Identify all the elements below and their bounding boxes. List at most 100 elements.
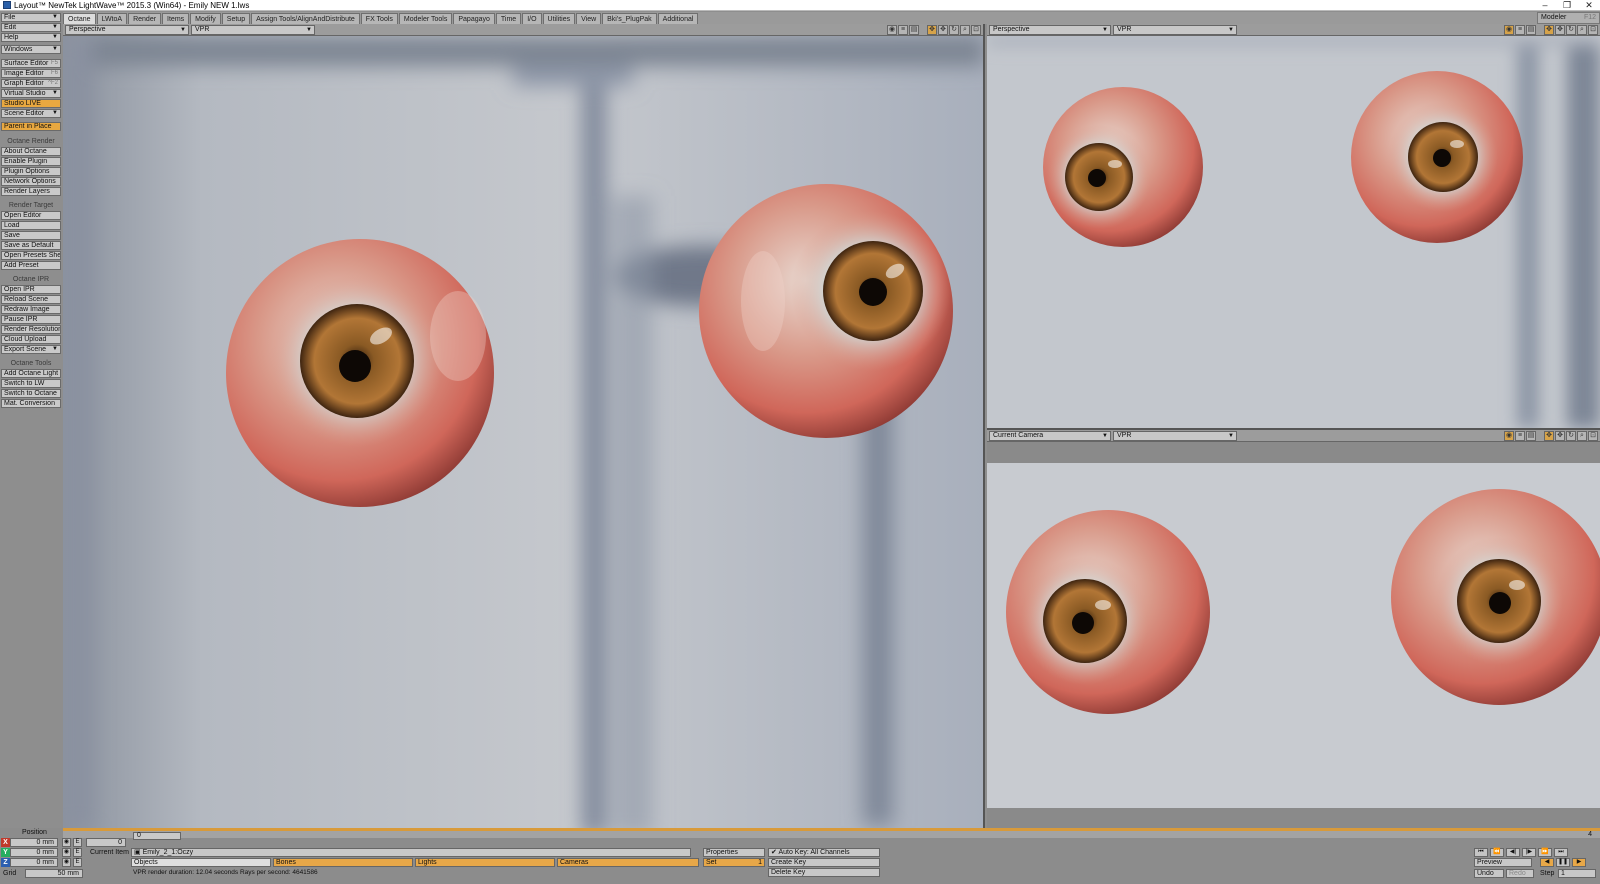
eye-icon[interactable]: ◉	[62, 848, 71, 857]
move-icon[interactable]: ✥	[1544, 431, 1554, 441]
render-mode-select[interactable]: VPR ▼	[1113, 25, 1237, 35]
view-type-select[interactable]: Perspective ▼	[65, 25, 189, 35]
skip-end-icon[interactable]: ⏭	[1554, 848, 1568, 857]
file-menu[interactable]: File ▼	[1, 13, 61, 22]
close-icon[interactable]: ✕	[1578, 0, 1600, 11]
z-axis-indicator[interactable]: Z	[1, 858, 10, 867]
layout-icon[interactable]: ▤	[1526, 431, 1536, 441]
minimize-icon[interactable]: –	[1534, 0, 1556, 11]
tab-modeler-tools[interactable]: Modeler Tools	[398, 13, 453, 24]
camera-icon[interactable]: ◉	[1504, 431, 1514, 441]
add-octane-light-button[interactable]: Add Octane Light	[1, 369, 61, 378]
set-key-button[interactable]: Set 1	[703, 858, 765, 867]
help-menu[interactable]: Help ▼	[1, 33, 61, 42]
render-resolution-button[interactable]: Render Resolution	[1, 325, 61, 334]
orbit-icon[interactable]: ↻	[949, 25, 959, 35]
e-button[interactable]: E	[73, 858, 82, 867]
virtual-studio-button[interactable]: Virtual Studio ▼	[1, 89, 61, 98]
tab-items[interactable]: Items	[162, 13, 190, 24]
zoom-icon[interactable]: ⌕	[1577, 431, 1587, 441]
timeline[interactable]: 0 4	[63, 828, 1600, 840]
redraw-image-button[interactable]: Redraw Image	[1, 305, 61, 314]
windows-menu[interactable]: Windows ▼	[1, 45, 61, 54]
tab-lwtoa[interactable]: LWtoA	[96, 13, 128, 24]
main-render-area[interactable]	[63, 36, 983, 828]
move-icon[interactable]: ✥	[927, 25, 937, 35]
tab-view[interactable]: View	[576, 13, 602, 24]
skip-start-icon[interactable]: ⏮	[1474, 848, 1488, 857]
tab-papagayo[interactable]: Papagayo	[453, 13, 495, 24]
eye-icon[interactable]: ◉	[62, 838, 71, 847]
e-button[interactable]: E	[73, 848, 82, 857]
add-preset-button[interactable]: Add Preset	[1, 261, 61, 270]
rotate-view-icon[interactable]: ✥	[1555, 25, 1565, 35]
tab-utilities[interactable]: Utilities	[542, 13, 576, 24]
cameras-filter-button[interactable]: Cameras	[557, 858, 699, 867]
scene-editor-button[interactable]: Scene Editor ▼	[1, 109, 61, 118]
pause-icon[interactable]: ❚❚	[1556, 858, 1570, 867]
tab-fx-tools[interactable]: FX Tools	[360, 13, 398, 24]
load-button[interactable]: Load	[1, 221, 61, 230]
preview-select[interactable]: Preview	[1474, 858, 1532, 867]
next-key-icon[interactable]: |▶	[1522, 848, 1536, 857]
camera-icon[interactable]: ◉	[1504, 25, 1514, 35]
camera-icon[interactable]: ◉	[887, 25, 897, 35]
prev-key-icon[interactable]: ◀|	[1506, 848, 1520, 857]
open-presets-shelf-button[interactable]: Open Presets Shelf	[1, 251, 61, 260]
eye-icon[interactable]: ◉	[62, 858, 71, 867]
list-icon[interactable]: ≡	[898, 25, 908, 35]
play-icon[interactable]: ▶	[1572, 858, 1586, 867]
pause-ipr-button[interactable]: Pause IPR	[1, 315, 61, 324]
maximize-icon[interactable]: ⊡	[1588, 25, 1598, 35]
tab-bkis-plugpak[interactable]: Bki's_PlugPak	[602, 13, 657, 24]
export-scene-button[interactable]: Export Scene ▼	[1, 345, 61, 354]
switch-to-octane-button[interactable]: Switch to Octane	[1, 389, 61, 398]
list-icon[interactable]: ≡	[1515, 431, 1525, 441]
cloud-upload-button[interactable]: Cloud Upload	[1, 335, 61, 344]
tab-setup[interactable]: Setup	[221, 13, 251, 24]
restore-icon[interactable]: ❐	[1556, 0, 1578, 11]
reload-scene-button[interactable]: Reload Scene	[1, 295, 61, 304]
step-back-icon[interactable]: ⏪	[1490, 848, 1504, 857]
frame-start-field[interactable]: 0	[86, 838, 126, 847]
tab-additional[interactable]: Additional	[657, 13, 699, 24]
redo-button[interactable]: Redo	[1506, 869, 1534, 878]
e-button[interactable]: E	[73, 838, 82, 847]
z-position-field[interactable]: 0 mm	[10, 858, 58, 867]
tab-render[interactable]: Render	[128, 13, 162, 24]
y-axis-indicator[interactable]: Y	[1, 848, 10, 857]
camera-select[interactable]: Current Camera ▼	[989, 431, 1111, 441]
list-icon[interactable]: ≡	[1515, 25, 1525, 35]
modeler-button[interactable]: Modeler F12	[1537, 12, 1600, 24]
network-options-button[interactable]: Network Options	[1, 177, 61, 186]
mat-conversion-button[interactable]: Mat. Conversion	[1, 399, 61, 408]
delete-key-button[interactable]: Delete Key	[768, 868, 880, 877]
tab-time[interactable]: Time	[495, 13, 522, 24]
edit-menu[interactable]: Edit ▼	[1, 23, 61, 32]
lights-filter-button[interactable]: Lights	[415, 858, 555, 867]
render-mode-select[interactable]: VPR ▼	[191, 25, 315, 35]
properties-button[interactable]: Properties	[703, 848, 765, 857]
grid-size-field[interactable]: 50 mm	[25, 869, 83, 878]
surface-editor-button[interactable]: Surface Editor F5	[1, 59, 61, 68]
bottom-right-render-area[interactable]	[987, 463, 1600, 808]
tab-octane[interactable]: Octane	[63, 13, 96, 24]
create-key-button[interactable]: Create Key	[768, 858, 880, 867]
bottom-right-viewport[interactable]: Current Camera ▼ VPR ▼ ◉ ≡ ▤ ✥ ✥ ↻ ⌕ ⊡	[987, 428, 1600, 828]
switch-to-lw-button[interactable]: Switch to LW	[1, 379, 61, 388]
rotate-view-icon[interactable]: ✥	[1555, 431, 1565, 441]
step-forward-icon[interactable]: ⏩	[1538, 848, 1552, 857]
x-axis-indicator[interactable]: X	[1, 838, 10, 847]
graph-editor-button[interactable]: Graph Editor ^F2	[1, 79, 61, 88]
step-field[interactable]: 1	[1558, 869, 1596, 878]
maximize-icon[interactable]: ⊡	[971, 25, 981, 35]
render-mode-select[interactable]: VPR ▼	[1113, 431, 1237, 441]
enable-plugin-button[interactable]: Enable Plugin	[1, 157, 61, 166]
tab-modify[interactable]: Modify	[190, 13, 221, 24]
undo-button[interactable]: Undo	[1474, 869, 1504, 878]
plugin-options-button[interactable]: Plugin Options	[1, 167, 61, 176]
open-editor-button[interactable]: Open Editor	[1, 211, 61, 220]
about-octane-button[interactable]: About Octane	[1, 147, 61, 156]
timeline-slider[interactable]: 0	[133, 832, 181, 840]
view-type-select[interactable]: Perspective ▼	[989, 25, 1111, 35]
